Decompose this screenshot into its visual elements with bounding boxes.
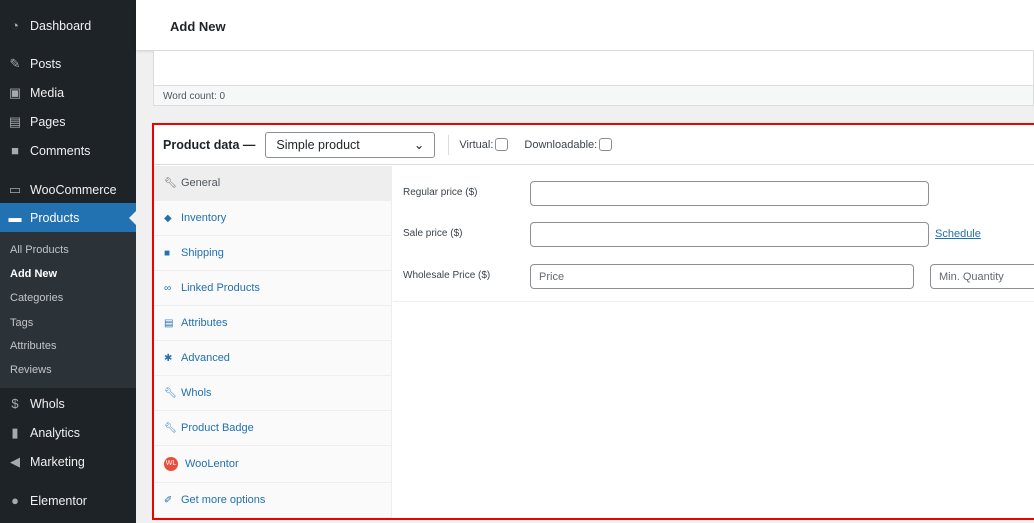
tab-label: WooLentor [185,458,239,470]
tab-advanced[interactable]: ✱ Advanced [154,341,391,376]
menu-dashboard[interactable]: ◔ Dashboard [0,11,136,40]
content-editor[interactable]: Word count: 0 [153,50,1034,106]
tab-general[interactable]: 🔧︎ General [154,166,391,201]
submenu-tags[interactable]: Tags [10,317,33,329]
tab-linked-products[interactable]: ∞ Linked Products [154,271,391,306]
menu-label: Products [30,210,80,225]
min-quantity-input[interactable]: Min. Quantity [930,264,1034,289]
menu-comments[interactable]: ■ Comments [0,136,136,165]
wrench-icon: 🔧︎ [164,177,177,189]
media-icon: ▣ [8,84,22,100]
wholesale-price-label: Wholesale Price ($) [403,270,491,281]
product-type-select[interactable]: Simple product ⌄ [265,131,436,158]
menu-posts[interactable]: ✎ Posts [0,49,136,78]
elementor-icon: ● [11,493,19,508]
wrench-icon: 🔧︎ [164,422,177,434]
tab-get-more-options[interactable]: ✐ Get more options [154,483,391,518]
product-data-header: Product data — Simple product ⌄ Virtual: … [154,125,1034,165]
regular-price-input[interactable] [530,181,929,206]
menu-label: Analytics [30,425,81,440]
list-icon: ▤ [164,317,174,329]
tab-label: Attributes [181,317,228,329]
tab-label: General [181,177,221,189]
tab-label: Linked Products [181,282,260,294]
menu-products[interactable]: ▬ Products [0,203,136,232]
virtual-checkbox-label[interactable]: Virtual: [459,138,509,151]
menu-label: Pages [30,114,66,129]
menu-label: Marketing [30,454,85,469]
gear-icon: ✱ [164,352,173,364]
dollar-icon: $ [11,396,19,411]
admin-sidebar: ◔ Dashboard ✎ Posts ▣ Media ▤ Pages ■ Comment… [0,0,136,523]
menu-label: Elementor [30,493,87,508]
virtual-label: Virtual: [459,138,494,151]
tab-attributes[interactable]: ▤ Attributes [154,306,391,341]
wholesale-price-input[interactable]: Price [530,264,914,289]
menu-label: WooCommerce [30,182,117,197]
dashboard-icon: ◔ [11,18,19,33]
regular-price-label: Regular price ($) [403,187,478,198]
virtual-checkbox[interactable] [495,138,509,151]
menu-woocommerce[interactable]: ▭ WooCommerce [0,175,136,204]
product-data-label: Product data — [163,137,256,152]
sale-price-input[interactable] [530,222,929,247]
product-data-tabs: 🔧︎ General ◆ Inventory ■ Shipping ∞ Linked P… [154,166,392,518]
submenu-all-products[interactable]: All Products [10,244,69,256]
page-title: Add New [170,19,226,34]
submenu-attributes[interactable]: Attributes [10,340,56,352]
page-header: Add New [136,0,1034,50]
menu-label: Dashboard [30,18,92,33]
submenu-categories[interactable]: Categories [10,292,63,304]
pricing-group: Regular price ($) Sale price ($) Schedul… [393,166,1034,302]
tab-whols[interactable]: 🔧︎ Whols [154,376,391,411]
downloadable-checkbox[interactable] [599,138,613,151]
tab-shipping[interactable]: ■ Shipping [154,236,391,271]
menu-pages[interactable]: ▤ Pages [0,107,136,136]
truck-icon: ■ [164,247,171,259]
menu-marketing[interactable]: ◀ Marketing [0,447,136,476]
archive-icon: ▬ [8,210,22,225]
tab-label: Inventory [181,212,227,224]
pin-icon: ✎ [9,55,21,71]
product-type-value: Simple product [276,137,360,152]
submenu-reviews[interactable]: Reviews [10,364,52,376]
downloadable-label: Downloadable: [524,138,598,151]
woo-icon: ▭ [8,181,22,197]
menu-analytics[interactable]: ▮ Analytics [0,418,136,447]
products-submenu: All Products Add New Categories Tags Att… [0,232,136,388]
menu-elementor[interactable]: ● Elementor [0,486,136,515]
tab-woolentor[interactable]: WL WooLentor [154,446,391,483]
downloadable-checkbox-label[interactable]: Downloadable: [524,138,613,151]
menu-label: Whols [30,396,65,411]
tab-product-badge[interactable]: 🔧︎ Product Badge [154,411,391,446]
submenu-add-new[interactable]: Add New [10,268,57,280]
tab-label: Get more options [181,494,266,506]
comment-icon: ■ [11,143,19,158]
menu-label: Posts [30,56,62,71]
megaphone-icon: ◀ [10,453,20,469]
tab-label: Whols [181,387,212,399]
schedule-link[interactable]: Schedule [935,228,981,240]
menu-whols[interactable]: $ Whols [0,389,136,418]
bar-chart-icon: ▮ [11,424,19,440]
product-data-box: Product data — Simple product ⌄ Virtual: … [152,123,1034,520]
menu-label: Comments [30,143,91,158]
wrench-icon: 🔧︎ [164,387,177,399]
chevron-down-icon: ⌄ [413,138,425,152]
link-icon: ∞ [164,282,172,294]
divider [448,134,450,155]
plugin-icon: ✐ [164,494,173,506]
menu-label: Media [30,85,65,100]
tab-inventory[interactable]: ◆ Inventory [154,201,391,236]
sale-price-label: Sale price ($) [403,228,463,239]
menu-media[interactable]: ▣ Media [0,78,136,107]
pages-icon: ▤ [8,113,22,129]
tag-icon: ◆ [164,212,172,224]
tab-label: Shipping [181,247,224,259]
woolentor-logo-icon: WL [164,457,185,471]
tab-label: Product Badge [181,422,254,434]
word-count: Word count: 0 [154,85,1033,105]
tab-label: Advanced [181,352,230,364]
